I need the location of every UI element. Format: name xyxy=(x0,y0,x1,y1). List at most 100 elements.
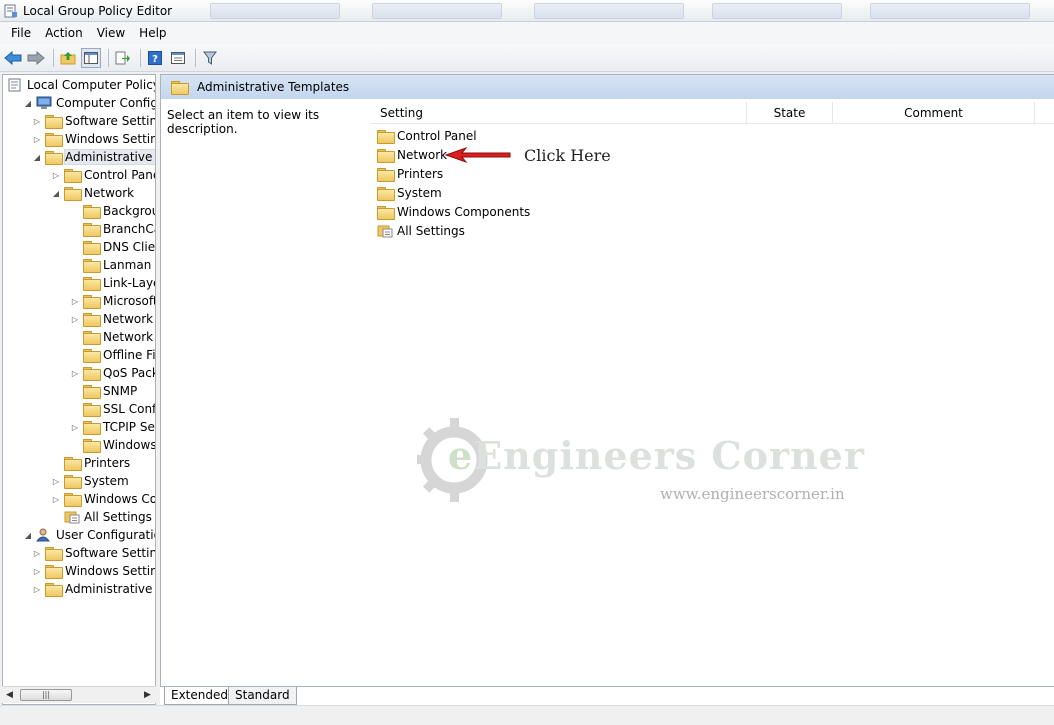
background-tab xyxy=(712,3,842,19)
tree-node[interactable]: ▷ QoS Packe xyxy=(70,364,155,382)
tree-node[interactable]: Offline Fil xyxy=(70,346,155,364)
scroll-thumb[interactable]: ||| xyxy=(20,689,72,701)
tree-node[interactable]: Link-Laye xyxy=(70,274,155,292)
tree-node-label: Administrative Te xyxy=(65,582,155,596)
tree-node[interactable]: ◢ Administrative Te xyxy=(32,148,155,166)
folder-icon xyxy=(83,403,101,417)
column-comment[interactable]: Comment xyxy=(833,102,1035,124)
no-expander xyxy=(70,206,80,216)
tree-node[interactable]: ▷ Windows Cor xyxy=(51,490,155,508)
list-item[interactable]: Network xyxy=(377,145,447,164)
expand-icon[interactable]: ▷ xyxy=(51,476,61,486)
tree-node-label: Windows Setting xyxy=(65,132,156,146)
expand-icon[interactable]: ▷ xyxy=(32,566,42,576)
up-one-level-button[interactable] xyxy=(58,48,78,68)
tree-node[interactable]: Network ( xyxy=(70,328,156,346)
tree-node-label: Administrative Te xyxy=(64,149,155,165)
tree-node[interactable]: ▷ Software Settings xyxy=(32,544,156,562)
tree-node-label: Software Settings xyxy=(65,546,156,560)
tree-node[interactable]: ◢ User Configuration xyxy=(23,526,155,544)
view-tabs: Extended Standard xyxy=(160,686,1054,705)
details-header: Administrative Templates xyxy=(161,75,1054,99)
tree-node[interactable]: ▷ Windows Setting xyxy=(32,562,155,580)
tree-node-label: Printers xyxy=(84,456,131,470)
menu-help[interactable]: Help xyxy=(132,22,173,44)
collapse-icon[interactable]: ◢ xyxy=(51,188,61,198)
tree-node-label: Network ( xyxy=(103,330,156,344)
tree-node[interactable]: SSL Confi xyxy=(70,400,155,418)
tree-node[interactable]: ▷ Control Panel xyxy=(51,166,155,184)
column-state[interactable]: State xyxy=(747,102,833,124)
watermark-brand-e: e xyxy=(448,433,474,478)
expand-icon[interactable]: ▷ xyxy=(51,494,61,504)
expand-icon[interactable]: ▷ xyxy=(32,134,42,144)
tree-node[interactable]: Backgrou xyxy=(70,202,155,220)
expand-icon[interactable]: ▷ xyxy=(70,296,80,306)
help-button[interactable]: ? xyxy=(145,48,165,68)
tree-horizontal-scrollbar[interactable]: ◀ ||| ▶ xyxy=(2,686,156,703)
forward-arrow-icon xyxy=(27,50,45,65)
background-tab xyxy=(534,3,684,19)
description-text: Select an item to view its description. xyxy=(167,108,320,136)
tree-node[interactable]: ▷ Network ( xyxy=(70,310,155,328)
tree-node[interactable]: Local Computer Policy xyxy=(7,76,155,94)
tree-node[interactable]: Lanman S xyxy=(70,256,155,274)
folder-icon xyxy=(377,129,395,144)
export-list-button[interactable] xyxy=(113,48,133,68)
tree-node[interactable]: ▷ Windows Setting xyxy=(32,130,156,148)
list-header: Setting State Comment xyxy=(371,102,1054,124)
back-button[interactable] xyxy=(3,48,23,68)
expand-icon[interactable]: ▷ xyxy=(51,170,61,180)
expand-icon[interactable]: ▷ xyxy=(32,548,42,558)
toolbar-separator xyxy=(108,48,109,67)
tree-node[interactable]: Printers xyxy=(51,454,130,472)
tree-node[interactable]: ▷ Microsoft xyxy=(70,292,155,310)
collapse-icon[interactable]: ◢ xyxy=(32,152,42,162)
properties-button[interactable] xyxy=(168,48,188,68)
collapse-icon[interactable]: ◢ xyxy=(23,98,33,108)
tree-node[interactable]: DNS Clien xyxy=(70,238,155,256)
tree-node[interactable]: ▷ Software Settings xyxy=(32,112,155,130)
expand-icon[interactable]: ▷ xyxy=(70,314,80,324)
column-setting[interactable]: Setting xyxy=(371,102,747,124)
tree-node[interactable]: ◢ Computer Configura xyxy=(23,94,155,112)
menu-view[interactable]: View xyxy=(90,22,132,44)
tree-node-label: TCPIP Set xyxy=(103,420,156,434)
tree-node[interactable]: ▷ TCPIP Set xyxy=(70,418,156,436)
tree-node[interactable]: BranchCa xyxy=(70,220,155,238)
tab-standard[interactable]: Standard xyxy=(228,687,297,705)
tree-node[interactable]: SNMP xyxy=(70,382,137,400)
expand-icon[interactable]: ▷ xyxy=(32,584,42,594)
console-tree-pane[interactable]: Local Computer Policy ◢ Computer Configura… xyxy=(2,74,156,705)
list-item[interactable]: System xyxy=(377,183,442,202)
annotation-text: Click Here xyxy=(524,145,611,165)
folder-icon xyxy=(45,547,63,561)
list-item[interactable]: Control Panel xyxy=(377,126,477,145)
expand-icon[interactable]: ▷ xyxy=(32,116,42,126)
toolbar-separator xyxy=(195,48,196,67)
tree-node[interactable]: ▷ System xyxy=(51,472,129,490)
menu-action[interactable]: Action xyxy=(38,22,90,44)
tree-node[interactable]: Windows xyxy=(70,436,155,454)
list-item[interactable]: Printers xyxy=(377,164,443,183)
list-item[interactable]: Windows Components xyxy=(377,202,530,221)
folder-icon xyxy=(45,565,63,579)
tree-node[interactable]: All Settings xyxy=(51,508,152,526)
details-pane: Administrative Templates Select an item … xyxy=(160,74,1054,686)
menu-file[interactable]: File xyxy=(4,22,38,44)
tree-node[interactable]: ◢ Network xyxy=(51,184,134,202)
expand-icon[interactable]: ▷ xyxy=(70,368,80,378)
scroll-right-icon[interactable]: ▶ xyxy=(144,690,151,700)
tab-extended[interactable]: Extended xyxy=(164,687,235,705)
title-bar: Local Group Policy Editor xyxy=(0,0,1054,22)
tree-node[interactable]: ▷ Administrative Te xyxy=(32,580,155,598)
filter-button[interactable] xyxy=(200,48,220,68)
folder-icon xyxy=(45,151,63,165)
list-item[interactable]: All Settings xyxy=(377,221,465,240)
collapse-icon[interactable]: ◢ xyxy=(23,530,33,540)
window-title: Local Group Policy Editor xyxy=(23,3,173,18)
expand-icon[interactable]: ▷ xyxy=(70,422,80,432)
forward-button[interactable] xyxy=(26,48,46,68)
scroll-left-icon[interactable]: ◀ xyxy=(6,690,13,700)
show-hide-tree-button[interactable] xyxy=(81,47,101,68)
